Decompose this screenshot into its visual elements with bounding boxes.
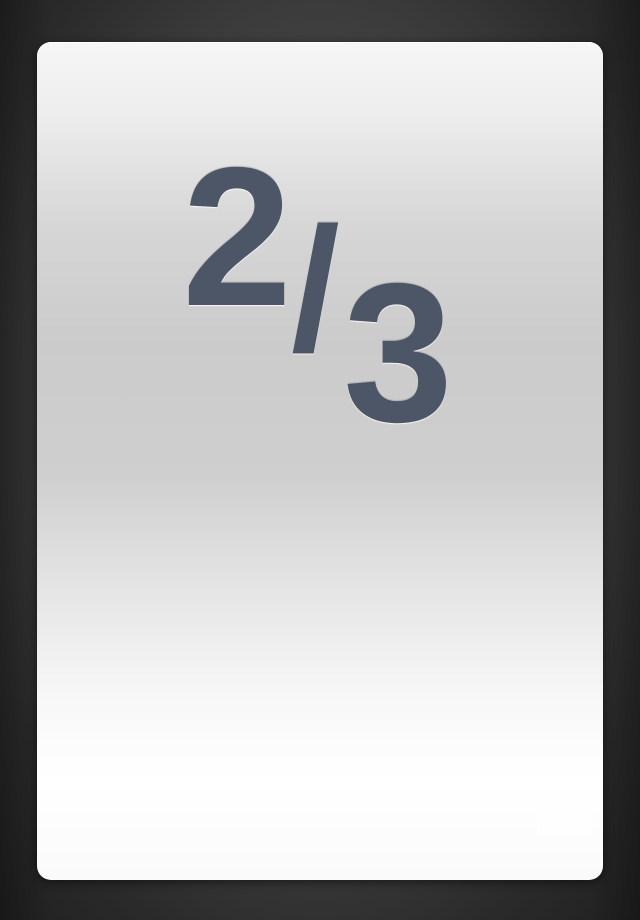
card-corner-highlight <box>537 760 593 836</box>
fraction-card[interactable]: 2 / 3 <box>37 42 603 880</box>
fraction-slash: / <box>291 192 340 388</box>
fraction-numerator: 2 <box>182 126 292 347</box>
fraction-denominator: 3 <box>343 242 453 463</box>
fraction-display: 2 / 3 <box>37 42 603 462</box>
